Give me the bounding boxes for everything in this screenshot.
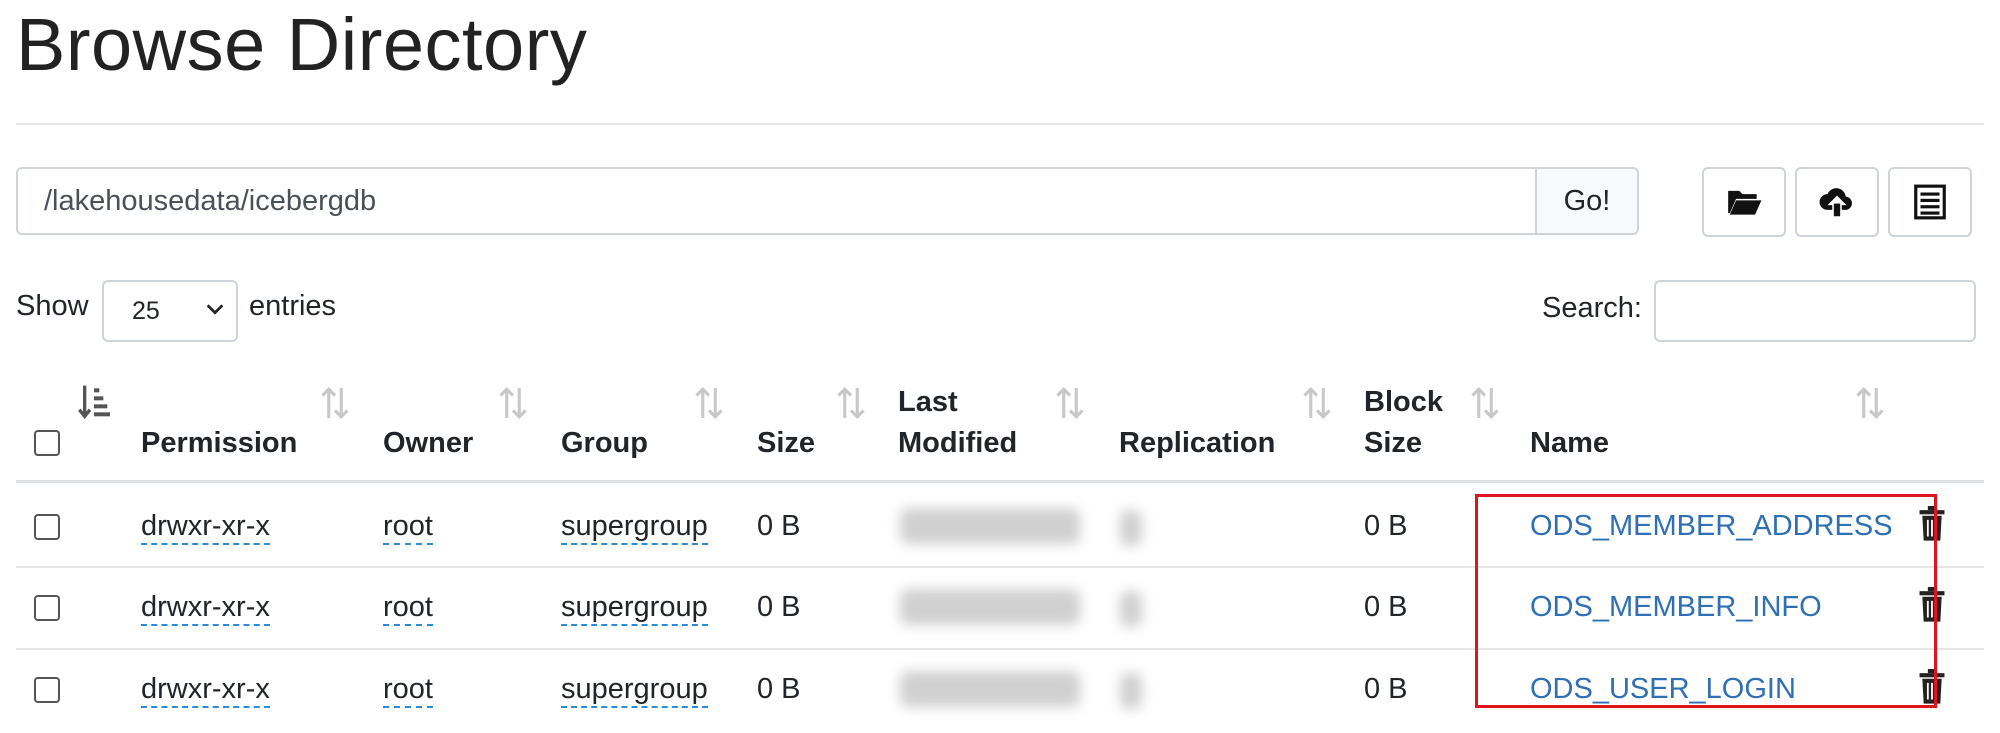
column-header-block-size-line2[interactable]: Size <box>1364 423 1422 464</box>
entries-value: 25 <box>132 297 160 325</box>
path-bar: /lakehousedata/icebergdb Go! <box>16 167 1639 235</box>
create-directory-button[interactable] <box>1702 167 1786 237</box>
redacted-last-modified <box>900 671 1080 707</box>
search-input[interactable] <box>1654 280 1976 342</box>
cloud-upload-icon <box>1819 188 1852 217</box>
select-all-checkbox[interactable] <box>34 430 60 456</box>
sort-both-icon[interactable] <box>320 385 350 421</box>
upload-button[interactable] <box>1795 167 1879 237</box>
block-size-cell: 0 B <box>1364 673 1408 705</box>
owner-cell[interactable]: root <box>383 673 433 708</box>
list-icon <box>1914 184 1946 220</box>
column-header-block-size-line1[interactable]: Block <box>1364 382 1443 423</box>
column-header-replication[interactable]: Replication <box>1119 423 1275 464</box>
sort-both-icon[interactable] <box>836 385 866 421</box>
chevron-down-icon <box>206 304 224 315</box>
sort-asc-icon[interactable] <box>78 383 110 423</box>
redacted-replication <box>1120 510 1142 546</box>
row-checkbox[interactable] <box>34 514 60 540</box>
sort-both-icon[interactable] <box>1302 385 1332 421</box>
column-header-size[interactable]: Size <box>757 423 815 464</box>
size-cell: 0 B <box>757 673 801 705</box>
group-cell[interactable]: supergroup <box>561 510 708 545</box>
group-cell[interactable]: supergroup <box>561 673 708 708</box>
sort-both-icon[interactable] <box>498 385 528 421</box>
divider <box>16 123 1984 125</box>
highlight-box <box>1475 494 1937 708</box>
block-size-cell: 0 B <box>1364 510 1408 542</box>
column-header-last-modified-line2[interactable]: Modified <box>898 423 1017 464</box>
permission-cell[interactable]: drwxr-xr-x <box>141 591 270 626</box>
entries-select[interactable]: 25 <box>102 280 238 342</box>
search-label: Search: <box>1542 292 1642 324</box>
group-cell[interactable]: supergroup <box>561 591 708 626</box>
block-size-cell: 0 B <box>1364 591 1408 623</box>
sort-both-icon[interactable] <box>1855 385 1885 421</box>
sort-both-icon[interactable] <box>1470 385 1500 421</box>
column-header-name[interactable]: Name <box>1530 423 1609 464</box>
row-checkbox[interactable] <box>34 595 60 621</box>
permission-cell[interactable]: drwxr-xr-x <box>141 510 270 545</box>
redacted-replication <box>1120 673 1142 709</box>
sort-both-icon[interactable] <box>694 385 724 421</box>
go-button[interactable]: Go! <box>1535 169 1637 233</box>
sort-both-icon[interactable] <box>1055 385 1085 421</box>
owner-cell[interactable]: root <box>383 591 433 626</box>
column-header-last-modified-line1[interactable]: Last <box>898 382 958 423</box>
redacted-replication <box>1120 591 1142 627</box>
row-checkbox[interactable] <box>34 677 60 703</box>
size-cell: 0 B <box>757 510 801 542</box>
size-cell: 0 B <box>757 591 801 623</box>
page-title: Browse Directory <box>16 3 588 86</box>
show-label: Show <box>16 290 89 322</box>
list-view-button[interactable] <box>1888 167 1972 237</box>
folder-open-icon <box>1728 190 1762 215</box>
owner-cell[interactable]: root <box>383 510 433 545</box>
redacted-last-modified <box>900 589 1080 625</box>
column-header-group[interactable]: Group <box>561 423 648 464</box>
column-header-owner[interactable]: Owner <box>383 423 473 464</box>
entries-label: entries <box>249 290 337 322</box>
header-divider <box>16 480 1984 483</box>
column-header-permission[interactable]: Permission <box>141 423 297 464</box>
redacted-last-modified <box>900 508 1080 544</box>
permission-cell[interactable]: drwxr-xr-x <box>141 673 270 708</box>
path-input[interactable]: /lakehousedata/icebergdb <box>18 169 1535 233</box>
